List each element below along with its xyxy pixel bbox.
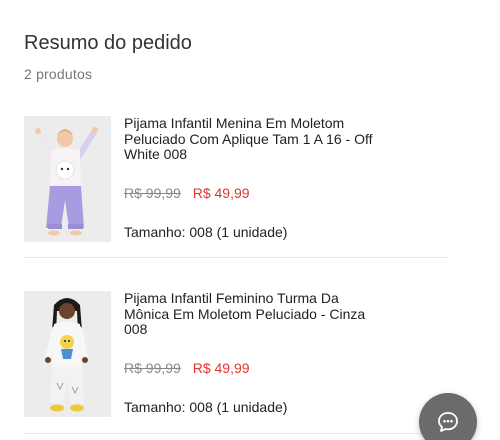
divider xyxy=(24,257,448,258)
product-image[interactable] xyxy=(24,291,111,417)
product-count: 2 produtos xyxy=(24,66,93,82)
sale-price: R$ 49,99 xyxy=(192,360,250,376)
product-item[interactable]: Pijama Infantil Menina Em Moletom Peluci… xyxy=(24,115,448,256)
price-row: R$ 99,99 R$ 49,99 xyxy=(124,360,250,376)
chat-button[interactable] xyxy=(419,393,477,440)
sale-price: R$ 49,99 xyxy=(192,185,250,201)
girl-lilac-pajama-image xyxy=(24,116,111,242)
divider xyxy=(24,433,448,434)
product-name[interactable]: Pijama Infantil Menina Em Moletom Peluci… xyxy=(124,115,374,163)
product-image[interactable] xyxy=(24,116,111,242)
girl-white-monica-pajama-image xyxy=(24,291,111,417)
order-summary-page: Resumo do pedido 2 produtos Pijama Infan… xyxy=(0,0,500,440)
chat-bubble-icon xyxy=(438,412,458,432)
product-item[interactable]: Pijama Infantil Feminino Turma Da Mônica… xyxy=(24,290,448,431)
product-size-quantity: Tamanho: 008 (1 unidade) xyxy=(124,224,288,240)
product-size-quantity: Tamanho: 008 (1 unidade) xyxy=(124,399,288,415)
summary-title: Resumo do pedido xyxy=(24,32,192,54)
price-row: R$ 99,99 R$ 49,99 xyxy=(124,185,250,201)
old-price: R$ 99,99 xyxy=(124,360,181,376)
old-price: R$ 99,99 xyxy=(124,185,181,201)
product-name[interactable]: Pijama Infantil Feminino Turma Da Mônica… xyxy=(124,290,374,338)
